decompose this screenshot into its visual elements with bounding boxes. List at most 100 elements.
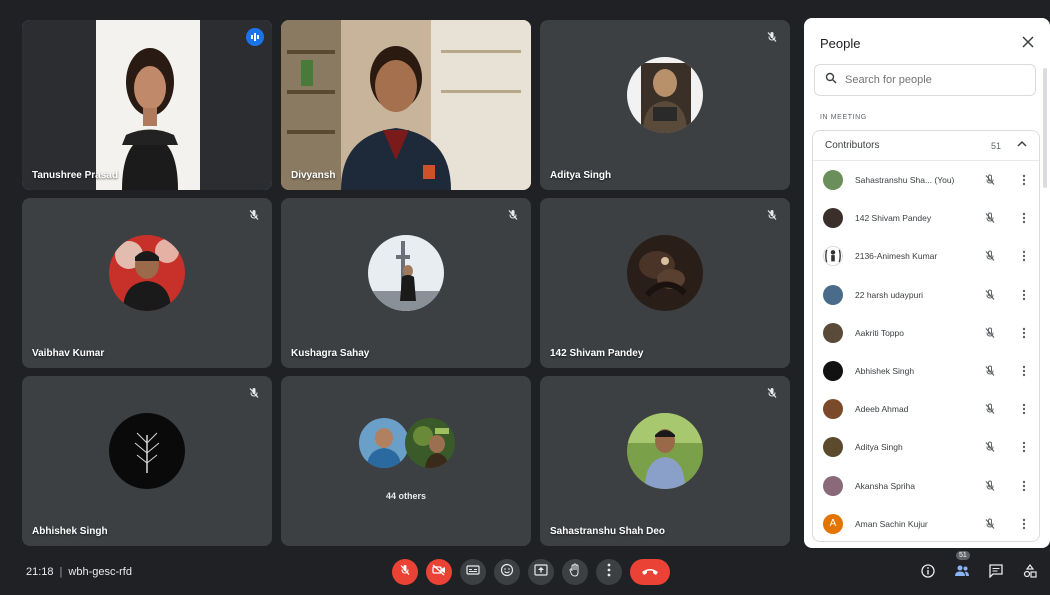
more-vert-icon[interactable] [1019,517,1029,531]
camera-toggle-button[interactable] [426,559,452,585]
search-box[interactable] [814,64,1036,96]
more-options-button[interactable] [596,559,622,585]
people-icon [954,564,970,583]
raise-hand-button[interactable] [562,559,588,585]
avatar [823,361,843,382]
present-icon [534,563,548,581]
participant-tile[interactable]: Kushagra Sahay [281,198,531,368]
mic-off-icon[interactable] [983,402,997,416]
meeting-info: 21:18 | wbh-gesc-rfd [26,566,132,578]
mic-off-icon[interactable] [983,479,997,493]
avatar [405,418,455,468]
participant-list-item[interactable]: Abhishek Singh [813,352,1039,390]
side-controls: 51 [918,551,1040,583]
more-vert-icon[interactable] [1019,479,1029,493]
more-vert-icon [607,563,611,582]
avatar: A [823,513,843,534]
avatar [823,322,843,343]
captions-icon [466,563,480,581]
more-vert-icon[interactable] [1019,249,1029,263]
participant-name: 142 Shivam Pandey [855,213,932,224]
participant-tile[interactable]: Tanushree Prasad [22,20,272,190]
avatar [823,246,843,267]
close-icon[interactable] [1018,32,1038,52]
search-input[interactable] [845,74,1025,86]
participant-name: 2136-Animesh Kumar [855,251,938,262]
mic-off-icon[interactable] [983,364,997,378]
end-call-button[interactable] [630,559,670,585]
participant-list-item[interactable]: A Aman Sachin Kujur [813,505,1039,543]
mic-off-icon[interactable] [983,440,997,454]
mic-off-icon [399,563,411,581]
emoji-button[interactable] [494,559,520,585]
participant-name: Adeeb Ahmad [855,404,909,415]
avatar [823,399,843,420]
more-vert-icon[interactable] [1019,173,1029,187]
people-panel: People IN MEETING Contributors 51 Sahast… [804,18,1050,548]
participant-tile[interactable]: Aditya Singh [540,20,790,190]
participant-list-item[interactable]: 2136-Animesh Kumar [813,237,1039,275]
participant-list-item[interactable]: Adeeb Ahmad [813,390,1039,428]
avatar [823,208,843,229]
activities-button[interactable] [1020,563,1040,583]
mic-off-icon[interactable] [983,249,997,263]
participant-list-item[interactable]: 22 harsh udaypuri [813,276,1039,314]
participant-video [22,20,272,190]
others-tile[interactable]: 44 others [281,376,531,546]
more-vert-icon[interactable] [1019,364,1029,378]
people-button[interactable]: 51 [952,551,972,583]
more-vert-icon[interactable] [1019,288,1029,302]
avatar [109,412,185,489]
participant-tile[interactable]: Vaibhav Kumar [22,198,272,368]
search-icon [825,71,837,89]
participant-name: Aakriti Toppo [855,327,904,338]
participant-tile[interactable]: Divyansh [281,20,531,190]
panel-scrollbar[interactable] [1043,68,1047,188]
participant-list-item[interactable]: Sahastranshu Sha... (You) [813,161,1039,199]
participant-name: Vaibhav Kumar [32,348,105,359]
participant-name: Kushagra Sahay [291,348,370,359]
mic-off-icon[interactable] [983,288,997,302]
participant-tile[interactable]: Sahastranshu Shah Deo [540,376,790,546]
chat-button[interactable] [986,563,1006,583]
divider: | [59,566,63,578]
participant-name: Abhishek Singh [855,366,915,377]
more-vert-icon[interactable] [1019,402,1029,416]
mic-off-icon[interactable] [983,326,997,340]
participant-tile[interactable]: Abhishek Singh [22,376,272,546]
avatar [823,284,843,305]
participant-name: Aman Sachin Kujur [855,518,928,529]
participant-tile[interactable]: 142 Shivam Pandey [540,198,790,368]
chevron-up-icon[interactable] [1017,140,1027,151]
more-vert-icon[interactable] [1019,326,1029,340]
mic-off-icon[interactable] [983,211,997,225]
meeting-details-button[interactable] [918,563,938,583]
in-meeting-label: IN MEETING [820,114,867,121]
participant-name: Tanushree Prasad [32,170,118,181]
meeting-code: wbh-gesc-rfd [68,566,132,578]
mic-off-icon[interactable] [983,173,997,187]
contributors-header[interactable]: Contributors 51 [813,131,1039,161]
avatar [823,437,843,458]
participant-name: Divyansh [291,170,336,181]
avatar [627,56,703,133]
camera-off-icon [432,563,446,581]
mic-off-icon[interactable] [983,517,997,531]
participant-list-item[interactable]: Akansha Spriha [813,467,1039,505]
contributors-count: 51 [990,140,1001,151]
avatar [823,170,843,191]
call-controls [392,559,670,585]
mic-toggle-button[interactable] [392,559,418,585]
more-vert-icon[interactable] [1019,440,1029,454]
participant-name: Aditya Singh [550,170,612,181]
present-button[interactable] [528,559,554,585]
avatar [627,234,703,311]
participant-list-item[interactable]: 142 Shivam Pandey [813,199,1039,237]
more-vert-icon[interactable] [1019,211,1029,225]
participant-list-item[interactable]: Aakriti Toppo [813,314,1039,352]
activities-icon [1023,563,1037,583]
captions-button[interactable] [460,559,486,585]
chat-icon [989,563,1003,583]
participant-list-item[interactable]: Aditya Singh [813,428,1039,466]
mic-off-icon [505,207,521,223]
